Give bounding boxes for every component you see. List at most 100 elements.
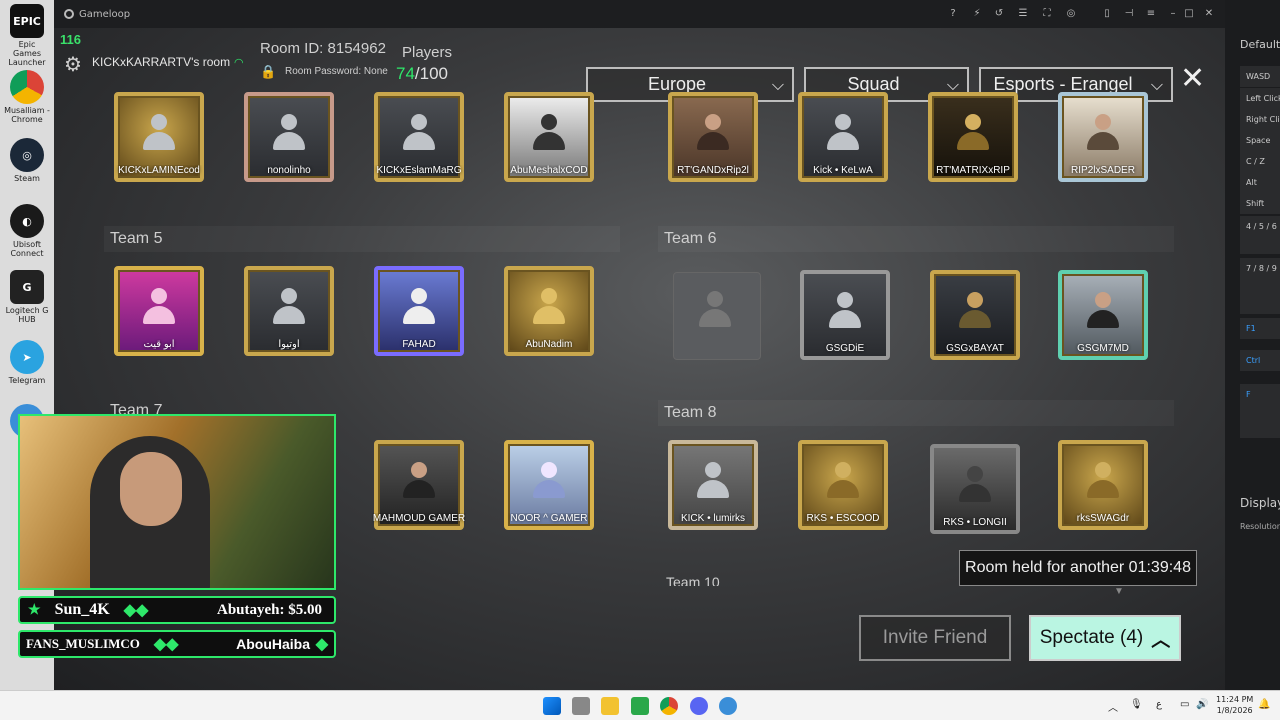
app-taskbar-icon[interactable] <box>719 697 737 715</box>
avatar <box>824 114 862 154</box>
fps-counter: 116 <box>60 32 81 47</box>
language-indicator[interactable]: ع <box>1156 699 1162 710</box>
player-card[interactable]: Kick • KeLwA <box>798 92 888 182</box>
keymap-item[interactable]: C / Z <box>1240 151 1280 172</box>
avatar <box>400 462 438 502</box>
undo-icon[interactable]: ↺ <box>992 7 1006 21</box>
keymap-item[interactable]: Space <box>1240 130 1280 151</box>
file-explorer-icon[interactable] <box>601 697 619 715</box>
diamond-icon: ◆◆ <box>153 636 179 653</box>
keymap-item[interactable]: F1 <box>1240 318 1280 339</box>
menu-icon[interactable]: ≡ <box>1144 7 1158 21</box>
keymap-item[interactable]: Left Click <box>1240 88 1280 109</box>
clock[interactable]: 11:24 PM 1/8/2026 <box>1216 694 1253 716</box>
fullscreen-icon[interactable]: ⛶ <box>1040 7 1054 21</box>
logitech-icon: G <box>10 270 44 304</box>
keymap-item[interactable]: 4 / 5 / 6 <box>1240 216 1280 254</box>
player-card[interactable]: RT'MATRIXxRIP <box>928 92 1018 182</box>
keymap-item[interactable]: F <box>1240 384 1280 438</box>
avatar <box>400 114 438 154</box>
start-icon[interactable] <box>543 697 561 715</box>
avatar <box>1084 114 1122 154</box>
avatar <box>824 462 862 502</box>
keymap-item[interactable]: WASD <box>1240 66 1280 87</box>
player-card[interactable]: AbuNadim <box>504 266 594 356</box>
player-card[interactable]: RKS • LONGII <box>930 444 1020 534</box>
room-settings-gear-icon[interactable]: ⚙ <box>64 52 82 77</box>
team-label: Team 8 <box>664 404 717 421</box>
tray-overflow-icon[interactable]: ︿ <box>1108 699 1118 714</box>
player-card[interactable]: RT'GANDxRip2l <box>668 92 758 182</box>
keymap-item[interactable]: Right Click <box>1240 109 1280 130</box>
notification-icon[interactable]: 🔔 <box>1258 699 1270 710</box>
gamepad-icon[interactable]: ◎ <box>1064 7 1078 21</box>
keymap-item[interactable]: Ctrl <box>1240 350 1280 371</box>
close-window-icon[interactable]: ✕ <box>1202 7 1216 21</box>
keymap-item[interactable]: Shift <box>1240 193 1280 214</box>
microphone-icon[interactable]: 🎙 <box>1130 699 1143 710</box>
chevron-down-icon: ⌵ <box>771 77 784 94</box>
avatar <box>956 466 994 506</box>
steam-desktop-icon[interactable]: ◎ Steam <box>4 138 50 183</box>
avatar <box>530 288 568 328</box>
team-label: Team 10 <box>666 574 720 586</box>
keymap-item[interactable]: Alt <box>1240 172 1280 193</box>
maximize-icon[interactable]: □ <box>1182 7 1196 21</box>
chrome-taskbar-icon[interactable] <box>660 697 678 715</box>
player-card[interactable]: GSGxBAYAT <box>930 270 1020 360</box>
player-card[interactable]: KICKxLAMINEcod <box>114 92 204 182</box>
room-owner-label: KICKxKARRARTV's room <box>92 55 231 69</box>
avatar <box>694 114 732 154</box>
chrome-desktop-icon[interactable]: Musalliam - Chrome <box>4 70 50 124</box>
player-card[interactable]: RKS • ESCOOD <box>798 440 888 530</box>
player-card[interactable]: GSGDiE <box>800 270 890 360</box>
player-card[interactable]: اوتيوا <box>244 266 334 356</box>
keymap-item[interactable]: 7 / 8 / 9 <box>1240 258 1280 314</box>
volume-icon[interactable]: 🔊 <box>1196 699 1208 710</box>
player-card[interactable]: RIP2lxSADER <box>1058 92 1148 182</box>
players-label: Players <box>402 44 453 61</box>
boost-icon[interactable]: ⚡ <box>970 7 984 21</box>
chevron-up-icon: ︿ <box>1151 629 1171 651</box>
avatar <box>956 292 994 332</box>
alert-row: FANS_MUSLIMCO ◆◆ AbouHaiba ◆ <box>18 630 336 658</box>
player-card[interactable]: MAHMOUD GAMER <box>373 440 465 530</box>
sidebar-toggle-icon[interactable]: ▯ <box>1100 7 1114 21</box>
discord-icon[interactable] <box>690 697 708 715</box>
room-held-tooltip: Room held for another 01:39:48 <box>959 550 1197 586</box>
player-card[interactable]: FAHAD <box>374 266 464 356</box>
logitech-desktop-icon[interactable]: G Logitech G HUB <box>4 270 50 324</box>
player-card[interactable]: GSGM7MD <box>1058 270 1148 360</box>
gameloop-taskbar-icon[interactable] <box>631 697 649 715</box>
chevron-down-icon: ⌵ <box>1150 77 1163 94</box>
alert-row: ★ Sun_4K ◆◆ Abutayeh: $5.00 <box>18 596 336 624</box>
player-card[interactable]: AbuMeshalxCOD <box>504 92 594 182</box>
player-card[interactable]: ابو قيت <box>114 266 204 356</box>
minimize-icon[interactable]: – <box>1166 7 1180 21</box>
team-8-band <box>658 400 1174 426</box>
pin-icon[interactable]: ⊣ <box>1122 7 1136 21</box>
spectate-button[interactable]: Spectate (4) ︿ <box>1029 615 1181 661</box>
ubisoft-desktop-icon[interactable]: ◐ Ubisoft Connect <box>4 204 50 258</box>
streamer-webcam <box>18 414 336 590</box>
settings-sliders-icon[interactable]: ☰ <box>1016 7 1030 21</box>
player-card[interactable]: nonolinho <box>244 92 334 182</box>
player-card[interactable]: KICKxEslamMaRG <box>374 92 464 182</box>
player-card[interactable]: NOOR ^ GAMER <box>504 440 594 530</box>
stream-alert-panel: ★ Sun_4K ◆◆ Abutayeh: $5.00 FANS_MUSLIMC… <box>18 596 336 658</box>
close-room-icon[interactable]: ✕ <box>1180 64 1205 94</box>
epic-games-desktop-icon[interactable]: EPIC Epic Games Launcher <box>4 4 50 67</box>
invite-friend-button[interactable]: Invite Friend <box>859 615 1011 661</box>
avatar <box>694 462 732 502</box>
task-view-icon[interactable] <box>572 697 590 715</box>
telegram-desktop-icon[interactable]: ➤ Telegram <box>4 340 50 385</box>
star-icon: ★ <box>28 602 41 618</box>
network-icon[interactable]: ▭ <box>1180 699 1189 710</box>
help-icon[interactable]: ? <box>946 7 960 21</box>
room-id: Room ID: 8154962 <box>260 40 386 57</box>
empty-slot[interactable] <box>673 272 761 360</box>
player-card[interactable]: KICK • lumirks <box>668 440 758 530</box>
avatar <box>400 288 438 328</box>
player-card[interactable]: rksSWAGdr <box>1058 440 1148 530</box>
team-6-band <box>658 226 1174 252</box>
